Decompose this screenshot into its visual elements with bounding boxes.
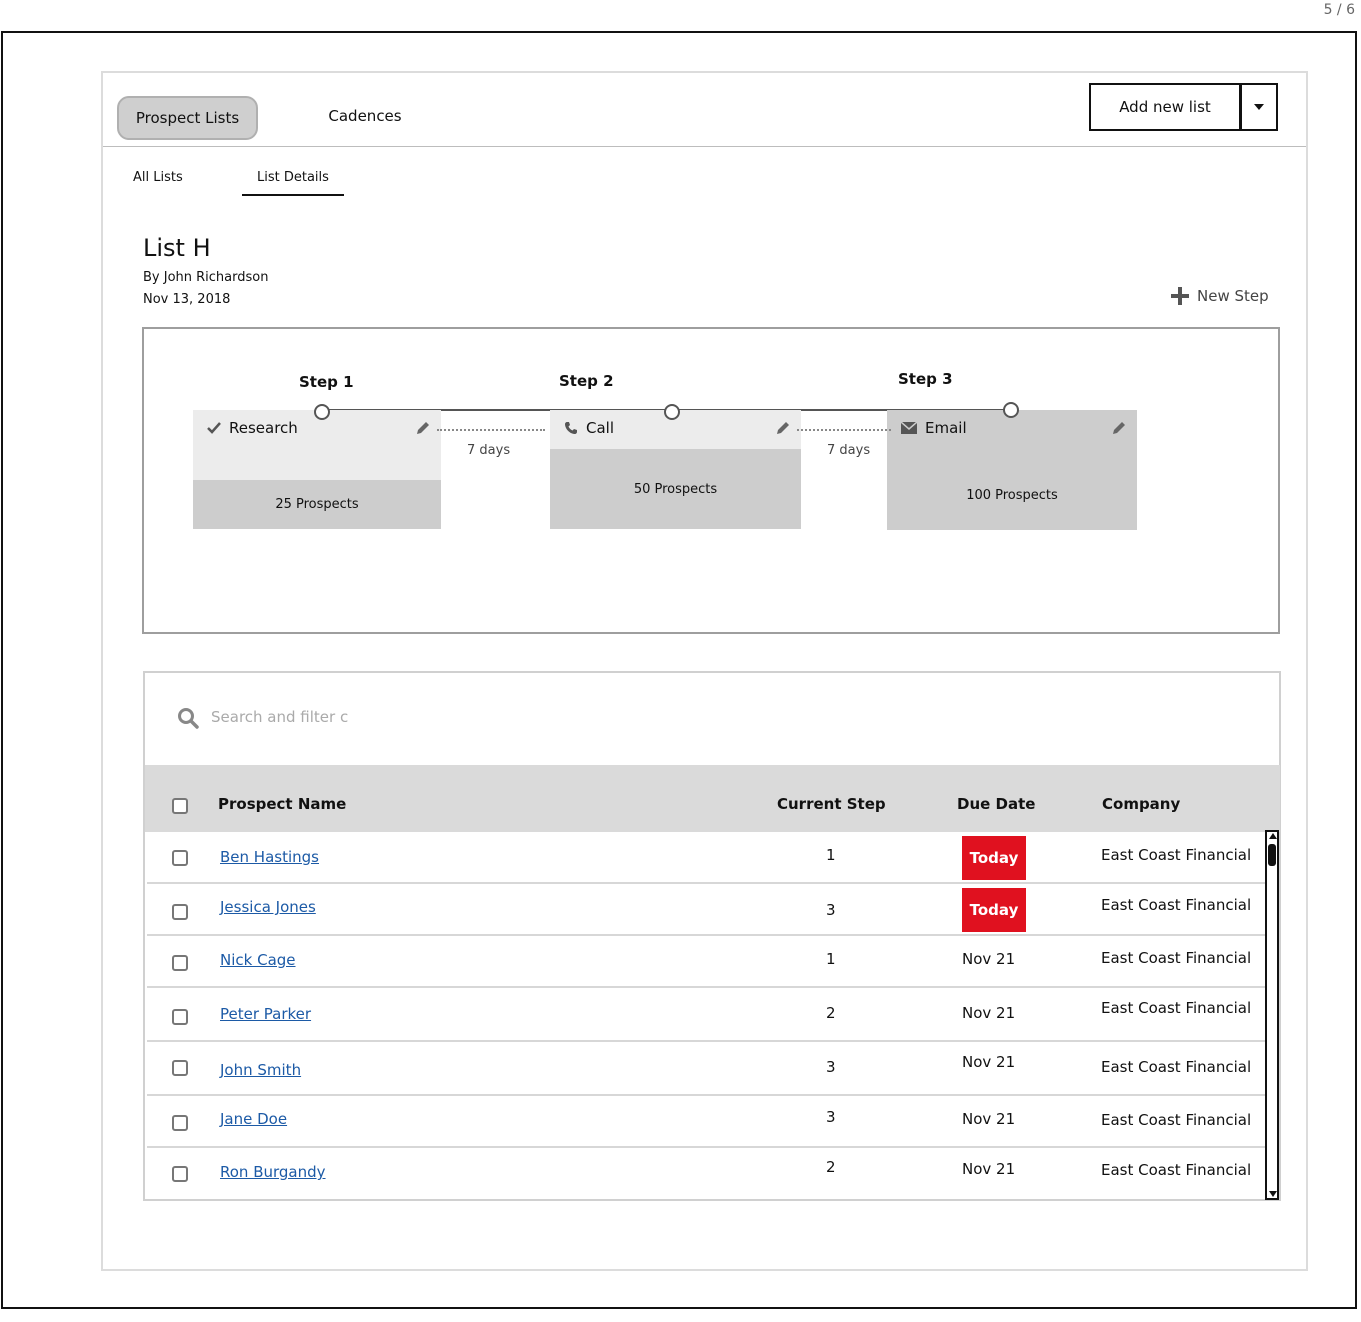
company: East Coast Financial — [1101, 896, 1252, 914]
current-step: 3 — [826, 1108, 836, 1126]
company: East Coast Financial — [1101, 999, 1252, 1017]
current-step: 3 — [826, 1058, 836, 1076]
column-due-date[interactable]: Due Date — [957, 795, 1035, 813]
step-2-node — [664, 404, 680, 420]
prospect-name-link[interactable]: Jessica Jones — [220, 898, 316, 916]
add-new-list-label[interactable]: Add new list — [1091, 85, 1242, 129]
list-author: By John Richardson — [143, 270, 269, 285]
column-current-step[interactable]: Current Step — [777, 795, 886, 813]
table-row[interactable]: Ben Hastings 1 Today East Coast Financia… — [147, 832, 1265, 884]
row-checkbox[interactable] — [172, 955, 188, 971]
list-title: List H — [143, 234, 211, 262]
tab-cadences-label: Cadences — [328, 107, 402, 125]
company: East Coast Financial — [1101, 846, 1252, 864]
subtab-list-details[interactable]: List Details — [257, 170, 329, 185]
row-checkbox[interactable] — [172, 850, 188, 866]
row-checkbox[interactable] — [172, 1009, 188, 1025]
prospect-name-link[interactable]: Jane Doe — [220, 1110, 287, 1128]
step-3-prospects: 100 Prospects — [887, 460, 1137, 530]
step-gap-1-days: 7 days — [467, 443, 511, 458]
step-gap-2-days: 7 days — [827, 443, 871, 458]
pencil-icon[interactable] — [775, 420, 791, 436]
header-divider — [103, 146, 1306, 147]
due-date: Nov 21 — [962, 1053, 1016, 1071]
pencil-icon[interactable] — [1111, 420, 1127, 436]
tab-cadences[interactable]: Cadences — [310, 104, 420, 128]
table-row[interactable]: John Smith 3 Nov 21 East Coast Financial — [147, 1044, 1265, 1096]
page-counter: 5 / 6 — [1323, 2, 1355, 18]
tab-prospect-lists[interactable]: Prospect Lists — [117, 96, 258, 140]
row-checkbox[interactable] — [172, 904, 188, 920]
company: East Coast Financial — [1101, 1161, 1252, 1179]
prospect-name-link[interactable]: Peter Parker — [220, 1005, 311, 1023]
table-row[interactable]: Peter Parker 2 Nov 21 East Coast Financi… — [147, 990, 1265, 1042]
active-subtab-indicator — [242, 194, 344, 196]
row-checkbox[interactable] — [172, 1115, 188, 1131]
prospect-name-link[interactable]: Nick Cage — [220, 951, 296, 969]
table-header: Prospect Name Current Step Due Date Comp… — [145, 765, 1280, 832]
table-row[interactable]: Nick Cage 1 Nov 21 East Coast Financial — [147, 936, 1265, 988]
company: East Coast Financial — [1101, 1111, 1252, 1129]
scroll-thumb[interactable] — [1268, 844, 1276, 866]
company: East Coast Financial — [1101, 949, 1252, 967]
current-step: 3 — [826, 901, 836, 919]
step-1-title: Step 1 — [299, 373, 354, 391]
search-input[interactable] — [211, 705, 361, 729]
step-1-node — [314, 404, 330, 420]
step-1-card[interactable]: Research 25 Prospects — [193, 410, 441, 529]
due-date-badge: Today — [962, 836, 1026, 880]
phone-icon — [565, 422, 577, 434]
due-date: Nov 21 — [962, 1004, 1016, 1022]
step-3-type: Email — [925, 419, 967, 437]
prospect-name-link[interactable]: Ben Hastings — [220, 848, 319, 866]
step-gap-connector — [437, 429, 545, 431]
due-date: Nov 21 — [962, 1110, 1016, 1128]
tab-prospect-lists-label: Prospect Lists — [135, 109, 240, 127]
current-step: 1 — [826, 846, 836, 864]
due-date-badge: Today — [962, 888, 1026, 932]
scroll-down-icon[interactable] — [1269, 1191, 1277, 1197]
step-2-type: Call — [586, 419, 615, 437]
subtab-all-lists[interactable]: All Lists — [133, 170, 183, 185]
step-1-prospects: 25 Prospects — [193, 480, 441, 529]
table-row[interactable]: Ron Burgandy 2 Nov 21 East Coast Financi… — [147, 1148, 1265, 1200]
table-row[interactable]: Jane Doe 3 Nov 21 East Coast Financial — [147, 1096, 1265, 1148]
column-prospect-name[interactable]: Prospect Name — [218, 795, 346, 813]
due-date: Nov 21 — [962, 1160, 1016, 1178]
current-step: 1 — [826, 950, 836, 968]
prospect-name-link[interactable]: Ron Burgandy — [220, 1163, 326, 1181]
step-2-prospects: 50 Prospects — [550, 449, 801, 529]
envelope-icon — [901, 422, 917, 434]
current-step: 2 — [826, 1158, 836, 1176]
row-checkbox[interactable] — [172, 1166, 188, 1182]
new-step-button[interactable]: New Step — [1171, 287, 1269, 305]
select-all-checkbox[interactable] — [172, 798, 188, 814]
new-step-label: New Step — [1197, 287, 1269, 305]
step-2-title: Step 2 — [559, 372, 614, 390]
prospect-name-link[interactable]: John Smith — [220, 1061, 301, 1079]
step-3-node — [1003, 402, 1019, 418]
company: East Coast Financial — [1101, 1058, 1252, 1076]
scroll-up-icon[interactable] — [1269, 833, 1277, 839]
plus-icon — [1171, 287, 1189, 305]
step-gap-connector — [797, 429, 891, 431]
add-list-dropdown-toggle[interactable] — [1242, 85, 1276, 129]
list-date: Nov 13, 2018 — [143, 292, 231, 307]
column-company[interactable]: Company — [1102, 795, 1180, 813]
chevron-down-icon — [1254, 104, 1264, 110]
pencil-icon[interactable] — [415, 420, 431, 436]
check-icon — [207, 422, 221, 434]
due-date: Nov 21 — [962, 950, 1016, 968]
search-icon — [178, 708, 199, 729]
step-2-card[interactable]: Call 50 Prospects — [550, 410, 801, 529]
step-1-type: Research — [229, 419, 298, 437]
add-new-list-button[interactable]: Add new list — [1089, 83, 1278, 131]
step-3-title: Step 3 — [898, 370, 953, 388]
table-scrollbar[interactable] — [1265, 830, 1279, 1200]
current-step: 2 — [826, 1004, 836, 1022]
table-row[interactable]: Jessica Jones 3 Today East Coast Financi… — [147, 884, 1265, 936]
row-checkbox[interactable] — [172, 1060, 188, 1076]
step-3-card[interactable]: Email 100 Prospects — [887, 410, 1137, 530]
